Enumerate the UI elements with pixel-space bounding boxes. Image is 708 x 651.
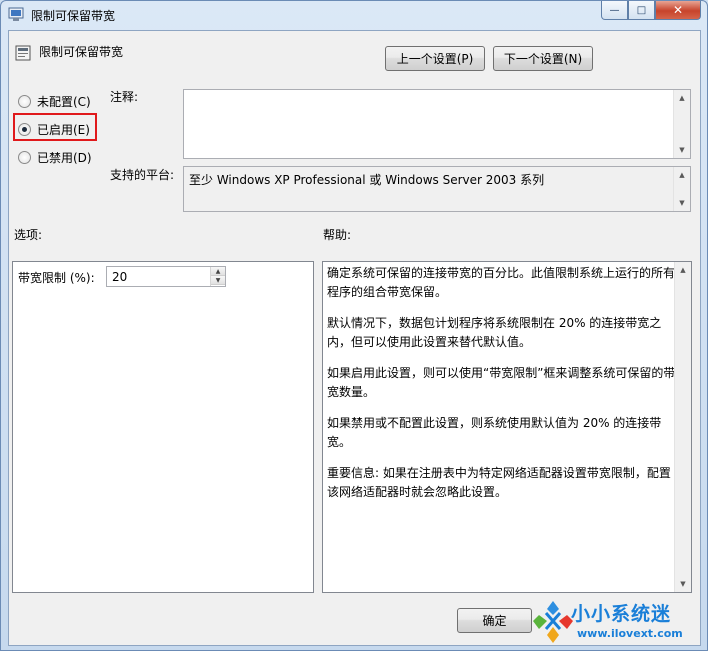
help-label: 帮助: xyxy=(323,228,352,242)
help-paragraph: 重要信息: 如果在注册表中为特定网络适配器设置带宽限制，配置该网络适配器时就会忽… xyxy=(327,466,671,499)
increment-icon[interactable]: ▲ xyxy=(211,267,225,276)
policy-title: 限制可保留带宽 xyxy=(39,45,124,59)
help-pane: 确定系统可保留的连接带宽的百分比。此值限制系统上运行的所有程序的组合带宽保留。 … xyxy=(322,261,692,593)
previous-setting-button[interactable]: 上一个设置(P) xyxy=(385,46,485,71)
next-setting-button[interactable]: 下一个设置(N) xyxy=(493,46,593,71)
scroll-up-icon[interactable]: ▲ xyxy=(675,262,691,278)
maximize-button[interactable]: □ xyxy=(628,1,655,20)
radio-disabled[interactable]: 已禁用(D) xyxy=(18,149,92,166)
radio-label: 未配置(C) xyxy=(37,95,91,109)
dialog-window: 限制可保留带宽 — □ ✕ 限制可保留带宽 上一个设置(P) 下一个设置(N) … xyxy=(0,0,708,651)
comment-field[interactable]: ▲ ▼ xyxy=(183,89,691,159)
decrement-icon[interactable]: ▼ xyxy=(211,276,225,285)
window-title: 限制可保留带宽 xyxy=(31,9,116,23)
watermark: 小小系统迷 www.ilovext.com xyxy=(531,595,707,649)
close-button[interactable]: ✕ xyxy=(655,1,701,20)
watermark-title: 小小系统迷 xyxy=(571,603,672,625)
platform-field: 至少 Windows XP Professional 或 Windows Ser… xyxy=(183,166,691,212)
help-scrollbar[interactable]: ▲ ▼ xyxy=(674,262,691,592)
setting-icon xyxy=(15,45,31,61)
help-paragraph: 确定系统可保留的连接带宽的百分比。此值限制系统上运行的所有程序的组合带宽保留。 xyxy=(327,266,676,299)
bandwidth-limit-label: 带宽限制 (%): xyxy=(18,271,95,285)
maximize-icon: □ xyxy=(636,4,647,16)
help-paragraph: 默认情况下，数据包计划程序将系统限制在 20% 的连接带宽之内，但可以使用此设置… xyxy=(327,316,662,349)
platform-label: 支持的平台: xyxy=(110,168,175,182)
ok-button[interactable]: 确定 xyxy=(457,608,532,633)
close-icon: ✕ xyxy=(672,3,684,17)
radio-label: 已禁用(D) xyxy=(37,151,92,165)
watermark-logo-icon xyxy=(533,601,573,643)
platform-value: 至少 Windows XP Professional 或 Windows Ser… xyxy=(189,173,545,187)
options-label: 选项: xyxy=(14,228,43,242)
platform-scrollbar[interactable]: ▲ ▼ xyxy=(673,167,690,211)
comment-scrollbar[interactable]: ▲ ▼ xyxy=(673,90,690,158)
scroll-up-icon[interactable]: ▲ xyxy=(674,167,690,183)
scroll-down-icon[interactable]: ▼ xyxy=(675,576,691,592)
help-paragraph: 如果禁用或不配置此设置，则系统使用默认值为 20% 的连接带宽。 xyxy=(327,416,662,449)
options-pane: 带宽限制 (%): 20 ▲ ▼ xyxy=(12,261,314,593)
scroll-up-icon[interactable]: ▲ xyxy=(674,90,690,106)
radio-not-configured[interactable]: 未配置(C) xyxy=(18,93,91,110)
help-text: 确定系统可保留的连接带宽的百分比。此值限制系统上运行的所有程序的组合带宽保留。 … xyxy=(327,264,677,514)
radio-button[interactable] xyxy=(18,151,31,164)
radio-button[interactable] xyxy=(18,95,31,108)
scroll-down-icon[interactable]: ▼ xyxy=(674,195,690,211)
stepper-buttons: ▲ ▼ xyxy=(210,267,225,286)
minimize-icon: — xyxy=(609,4,620,16)
comment-label: 注释: xyxy=(110,90,139,104)
bandwidth-limit-value[interactable]: 20 xyxy=(112,270,127,284)
title-bar[interactable]: 限制可保留带宽 — □ ✕ xyxy=(1,1,707,29)
dialog-body: 限制可保留带宽 上一个设置(P) 下一个设置(N) 未配置(C) 已启用(E) … xyxy=(8,30,701,646)
scroll-down-icon[interactable]: ▼ xyxy=(674,142,690,158)
bandwidth-limit-stepper[interactable]: 20 ▲ ▼ xyxy=(106,266,226,287)
watermark-url: www.ilovext.com xyxy=(577,627,683,640)
help-paragraph: 如果启用此设置，则可以使用“带宽限制”框来调整系统可保留的带宽数量。 xyxy=(327,366,676,399)
policy-icon xyxy=(8,7,24,21)
minimize-button[interactable]: — xyxy=(601,1,628,20)
caption-buttons: — □ ✕ xyxy=(601,1,701,20)
highlight-box xyxy=(13,113,97,141)
